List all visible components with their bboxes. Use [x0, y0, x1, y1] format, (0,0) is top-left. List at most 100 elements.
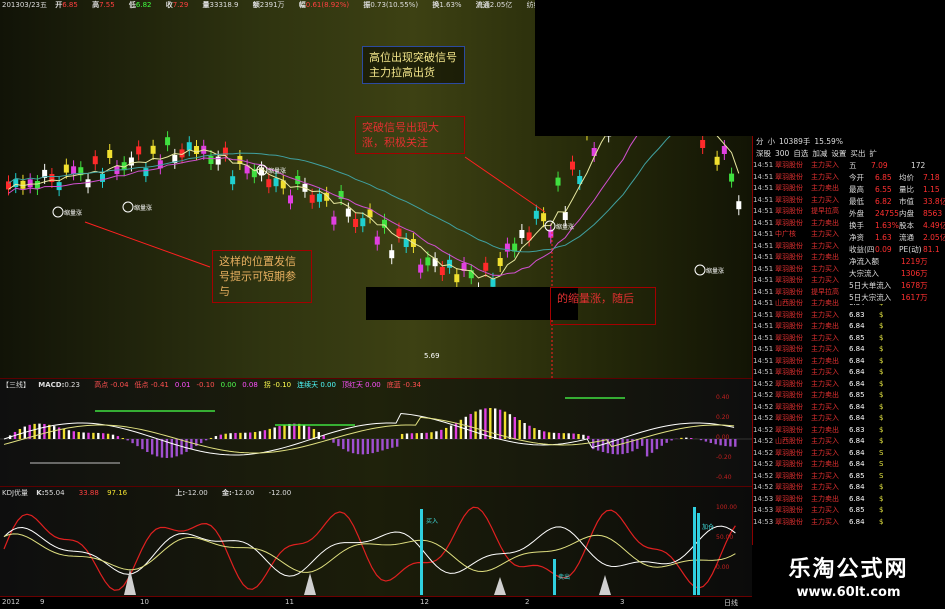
candle-body: [447, 259, 453, 268]
candle-body: [208, 156, 214, 164]
tick-row[interactable]: 14:52 翠羽股份 主力买入 6.84 $: [753, 379, 945, 391]
macd-bar: [376, 439, 379, 452]
tick-action: 主力买入: [811, 195, 839, 204]
signal-label: 缩量涨: [64, 209, 82, 217]
macd-title: 【三线】: [2, 381, 30, 389]
tick-time: 14:52: [753, 483, 774, 491]
tick-row[interactable]: 14:53 翠羽股份 主力买入 6.84 $: [753, 517, 945, 529]
quote-stat-cell: 8563: [923, 209, 943, 218]
macd-bar: [278, 426, 281, 439]
tick-row[interactable]: 14:52 翠羽股份 主力买入 6.85 S: [753, 471, 945, 483]
change-label: 幅: [298, 1, 306, 9]
macd-bar: [660, 439, 663, 446]
macd-bar: [229, 433, 232, 439]
quote-tab[interactable]: 设置: [831, 148, 846, 160]
tick-row[interactable]: 14:53 翠羽股份 主力卖出 6.84 $: [753, 494, 945, 506]
tick-time: 14:51: [753, 299, 774, 307]
tick-row[interactable]: 14:51 翠羽股份 主力卖出 6.84 $: [753, 356, 945, 368]
tick-name: 翠羽股份: [775, 448, 803, 457]
tick-row[interactable]: 14:51 翠羽股份 主力买入 6.83 $: [753, 310, 945, 322]
kdj-spike: [304, 573, 316, 595]
macd-axis-tick: -0.20: [716, 454, 732, 461]
kdj-panel[interactable]: KDJ优量 K:55.04 33.88 97.16 上:-12.00 金:-12…: [0, 486, 752, 596]
macd-item: 底蓝 -0.34: [386, 381, 422, 389]
tick-action: 主力卖出: [811, 253, 839, 261]
macd-bar: [121, 438, 124, 439]
tick-time: 14:52: [753, 379, 774, 388]
quote-subheader[interactable]: 深股 300 自选 加减 设置 买出扩: [753, 148, 945, 160]
tick-row[interactable]: 14:51 翠羽股份 主力买入 6.84 $: [753, 344, 945, 356]
tick-action: 提早拉高: [811, 207, 839, 215]
quote-tab[interactable]: 加减: [812, 148, 827, 160]
period-label[interactable]: 日线: [724, 598, 738, 608]
tick-volume: S: [879, 460, 884, 468]
tick-row[interactable]: 14:51 翠羽股份 主力买入 6.85 $: [753, 333, 945, 345]
tick-name: 翠羽股份: [775, 322, 803, 330]
macd-bar: [528, 425, 531, 439]
kdj-signal-bar: [697, 513, 700, 595]
macd-bar: [572, 433, 575, 439]
date-tick-3: 10: [140, 598, 149, 606]
quote-tab[interactable]: 买出: [850, 148, 865, 160]
quote-stat-cell: 6.85: [875, 173, 892, 182]
candle-body: [71, 166, 77, 175]
macd-bar: [508, 414, 512, 439]
annotation-left: 这样的位置发信号提示可短期参与: [212, 250, 312, 303]
candle-body: [591, 148, 597, 156]
tick-name: 翠羽股份: [775, 253, 803, 261]
quote-box: 五 7.09 172 今开 6.85 均价 7.18 最高 6.55 量比 1.15 最低 6.82 市值…: [849, 160, 945, 304]
quote-stat-cell: 1.15: [923, 185, 940, 194]
price-level-cell: 五: [849, 161, 857, 170]
tick-row[interactable]: 14:52 翠羽股份 主力卖出 6.85 $: [753, 390, 945, 402]
quote-header: 分 小 10389手 15.59%: [753, 136, 945, 148]
price-level-row: 五 7.09 172: [849, 160, 945, 172]
tick-time: 14:52: [753, 448, 774, 457]
macd-panel[interactable]: 【三线】 MACD:0.23 高点 -0.04 低点 -0.41 0.01 -0.10…: [0, 378, 752, 486]
tick-name: 翠羽股份: [775, 276, 803, 284]
macd-bar: [420, 433, 423, 439]
tick-volume: $: [879, 483, 884, 491]
tick-time: 14:52: [753, 425, 774, 434]
quote-stat-cell: 最高: [849, 185, 864, 194]
tick-price: 6.84: [849, 322, 865, 330]
kdj-title: KDJ优量: [2, 489, 29, 497]
tick-row[interactable]: 14:52 翠羽股份 主力买入 6.84 $: [753, 413, 945, 425]
circulation-label: 流通: [475, 1, 490, 9]
macd-bar: [317, 432, 320, 439]
tick-row[interactable]: 14:52 翠羽股份 主力卖出 6.84 S: [753, 459, 945, 471]
dn-value: -12.00: [268, 489, 292, 497]
tick-volume: $: [879, 322, 884, 330]
macd-bar: [503, 411, 507, 439]
tick-row[interactable]: 14:51 翠羽股份 主力买入 6.84 $: [753, 367, 945, 379]
tick-price: 6.84: [849, 494, 865, 503]
tick-row[interactable]: 14:51 翠羽股份 主力卖出 6.84 $: [753, 321, 945, 333]
tick-row[interactable]: 14:52 翠羽股份 主力买入 6.84 $: [753, 402, 945, 414]
macd-bar: [273, 427, 276, 439]
quote-stat-row: 外盘 24755内盘 8563: [849, 208, 945, 220]
tick-row[interactable]: 14:52 翠羽股份 主力买入 6.84 $: [753, 482, 945, 494]
quote-tab[interactable]: 深股: [756, 148, 771, 160]
tick-row[interactable]: 14:52 山西股份 主力买入 6.84 $: [753, 436, 945, 448]
macd-bar: [312, 429, 316, 439]
macd-bar: [337, 439, 340, 447]
tick-row[interactable]: 14:53 翠羽股份 主力买入 6.85 $: [753, 505, 945, 517]
quote-tab[interactable]: 自选: [793, 148, 808, 160]
macd-bar: [538, 429, 541, 439]
macd-bar: [562, 433, 565, 439]
quote-tab[interactable]: 扩: [869, 148, 877, 160]
tick-row[interactable]: 14:52 翠羽股份 主力买入 6.84 S: [753, 448, 945, 460]
tick-row[interactable]: 14:52 翠羽股份 主力卖出 6.83 $: [753, 425, 945, 437]
tick-action: 主力买入: [811, 310, 839, 319]
candle-body: [165, 137, 171, 146]
macd-bar: [577, 434, 580, 439]
quote-tab[interactable]: 300: [775, 148, 789, 160]
kdj-signal-bar: [553, 559, 556, 595]
quote-panel[interactable]: 分 小 10389手 15.59% 深股 300 自选 加减 设置 买出扩 14:51 翠羽…: [752, 136, 945, 609]
tick-name: 翠羽股份: [775, 402, 803, 411]
quote-stat-cell: 均价: [899, 173, 914, 182]
tick-name: 中广核: [775, 230, 796, 238]
tick-volume: $: [879, 333, 884, 342]
tick-time: 14:51: [753, 184, 774, 192]
signal-label: 缩量涨: [556, 223, 574, 231]
date-tick-4: 11: [285, 598, 294, 606]
